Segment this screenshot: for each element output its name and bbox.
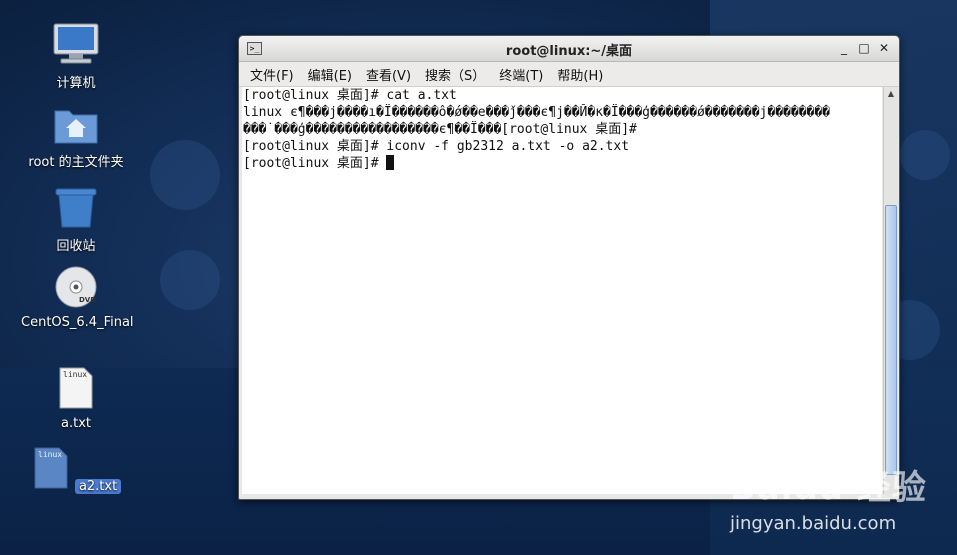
dvd-icon: DVD bbox=[55, 266, 97, 308]
terminal-window[interactable]: >_ root@linux:~/桌面 _ □ ✕ 文件(F) 编辑(E) 查看(… bbox=[238, 35, 900, 500]
desktop-icon-label: a.txt bbox=[61, 416, 91, 431]
svg-text:DVD: DVD bbox=[79, 296, 96, 304]
terminal-line: linux є¶���ј����ı�Ï������ô�ǿ��e���ǰ���є¶… bbox=[243, 105, 830, 120]
desktop-icon-dvd[interactable]: DVD CentOS_6.4_Final bbox=[21, 265, 134, 330]
svg-text:linux: linux bbox=[38, 450, 62, 459]
terminal-output[interactable]: [root@linux 桌面]# cat a.txt linux є¶���ј�… bbox=[242, 87, 882, 494]
menu-view[interactable]: 查看(V) bbox=[359, 65, 418, 84]
menu-help[interactable]: 帮助(H) bbox=[550, 65, 610, 84]
desktop-icon-a-txt[interactable]: linux a.txt bbox=[21, 366, 131, 431]
menu-edit[interactable]: 编辑(E) bbox=[301, 65, 359, 84]
desktop-icon-label: root 的主文件夹 bbox=[28, 155, 124, 170]
text-file-icon: linux bbox=[59, 367, 93, 409]
terminal-line: ���˙���ģ�����������������є¶��Ï���[root@l… bbox=[243, 122, 637, 137]
minimize-button[interactable]: _ bbox=[836, 40, 852, 56]
scroll-up-arrow-icon[interactable]: ▲ bbox=[884, 87, 898, 101]
terminal-line: [root@linux 桌面]# iconv -f gb2312 a.txt -… bbox=[243, 139, 630, 154]
window-titlebar[interactable]: >_ root@linux:~/桌面 _ □ ✕ bbox=[239, 36, 899, 62]
desktop-icon-home[interactable]: root 的主文件夹 bbox=[21, 105, 131, 170]
terminal-scrollbar[interactable]: ▲ bbox=[883, 87, 898, 494]
trash-icon bbox=[55, 188, 97, 228]
desktop-icon-computer[interactable]: 计算机 bbox=[21, 22, 131, 91]
menu-file[interactable]: 文件(F) bbox=[243, 65, 301, 84]
wallpaper-dot bbox=[900, 130, 950, 180]
window-title: root@linux:~/桌面 bbox=[505, 44, 633, 59]
svg-text:linux: linux bbox=[63, 370, 87, 379]
home-folder-icon bbox=[54, 110, 98, 144]
maximize-button[interactable]: □ bbox=[856, 40, 872, 56]
close-button[interactable]: ✕ bbox=[876, 40, 892, 56]
menu-bar: 文件(F) 编辑(E) 查看(V) 搜索（S） 终端(T) 帮助(H) bbox=[239, 62, 899, 87]
watermark-url: jingyan.baidu.com bbox=[730, 513, 897, 534]
wallpaper-dot bbox=[160, 250, 220, 310]
desktop-icon-label: 计算机 bbox=[56, 76, 96, 91]
desktop-icon-a2-txt[interactable]: linux a2.txt bbox=[21, 446, 131, 494]
desktop-icon-label: 回收站 bbox=[56, 239, 96, 254]
terminal-cursor bbox=[386, 155, 395, 170]
computer-icon bbox=[53, 23, 99, 64]
watermark: Baidu 经验 jingyan.baidu.com bbox=[730, 460, 927, 534]
text-file-icon: linux bbox=[34, 447, 68, 489]
desktop-icon-label: CentOS_6.4_Final bbox=[21, 315, 134, 330]
scrollbar-thumb[interactable] bbox=[885, 205, 897, 475]
watermark-brand: Baidu 经验 bbox=[730, 468, 927, 508]
menu-search[interactable]: 搜索（S） bbox=[418, 65, 492, 84]
desktop-icon-label: a2.txt bbox=[74, 479, 122, 494]
terminal-prompt: [root@linux 桌面]# bbox=[243, 156, 387, 171]
terminal-prompt-line: [root@linux 桌面]# bbox=[242, 155, 882, 172]
wallpaper-dot bbox=[150, 140, 220, 210]
menu-terminal[interactable]: 终端(T) bbox=[492, 65, 550, 84]
desktop-icon-trash[interactable]: 回收站 bbox=[21, 185, 131, 254]
terminal-line: [root@linux 桌面]# cat a.txt bbox=[243, 88, 457, 103]
